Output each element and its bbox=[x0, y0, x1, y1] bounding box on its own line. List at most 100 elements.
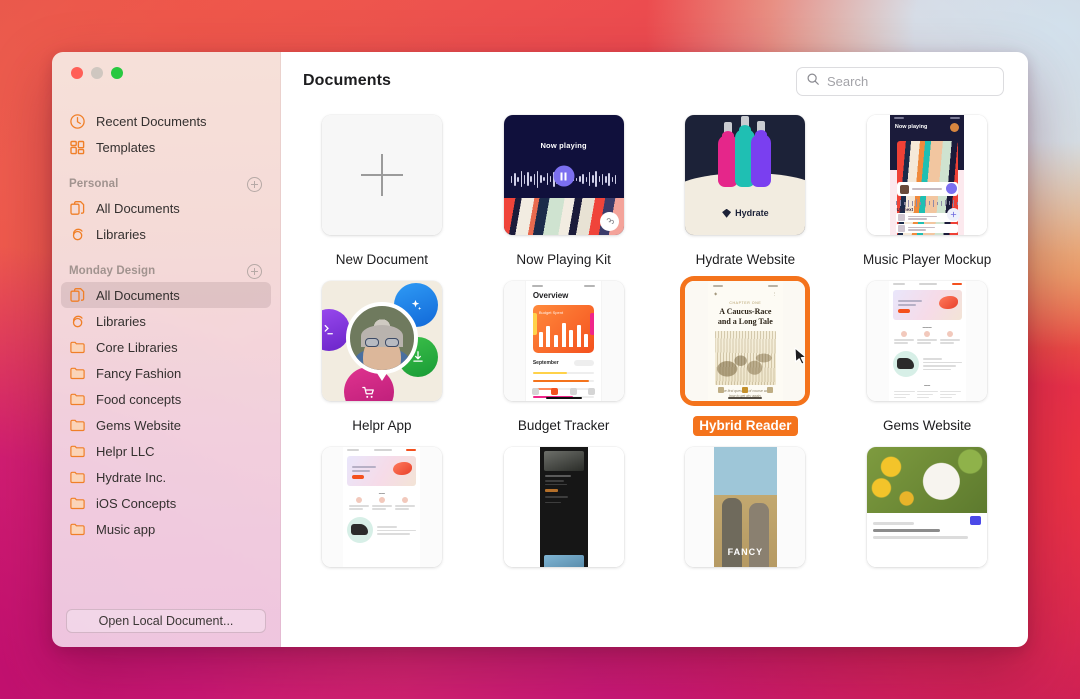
document-card-row3-1[interactable]: ▬▬ bbox=[303, 442, 461, 572]
document-card-budget-tracker[interactable]: Overview Budget Spent bbox=[485, 276, 643, 436]
reader-nav: ◈⋮ bbox=[708, 287, 782, 296]
page-frame: ▬▬▬ bbox=[889, 281, 966, 401]
search-input[interactable]: Search bbox=[796, 67, 1004, 96]
document-thumbnail[interactable] bbox=[322, 115, 442, 235]
page-title: Documents bbox=[303, 72, 391, 90]
cards-row bbox=[889, 389, 966, 401]
document-card-row3-2[interactable] bbox=[485, 442, 643, 572]
sidebar-item-monday-libraries[interactable]: Libraries bbox=[61, 308, 271, 334]
document-thumbnail[interactable]: ◈⋮ CHAPTER ONE A Caucus-Race and a Long … bbox=[685, 281, 805, 401]
document-card-label: Hydrate Website bbox=[690, 250, 802, 270]
avatar bbox=[950, 123, 959, 132]
clock-icon bbox=[69, 113, 86, 130]
document-thumbnail[interactable] bbox=[504, 447, 624, 567]
overview-title: Overview bbox=[526, 287, 602, 300]
main-content: Documents Search New Document bbox=[281, 52, 1028, 647]
document-thumbnail[interactable]: Now playing bbox=[867, 115, 987, 235]
add-personal-item-button[interactable] bbox=[247, 177, 262, 192]
sidebar-item-helpr-llc[interactable]: Helpr LLC bbox=[61, 438, 271, 464]
hero-section bbox=[347, 456, 416, 486]
track-title-line bbox=[912, 188, 942, 190]
diamond-icon bbox=[722, 209, 731, 218]
list-item bbox=[896, 224, 959, 233]
bottom-image bbox=[544, 555, 584, 567]
section-header: September bbox=[526, 353, 602, 368]
document-card-hydrate-website[interactable]: Hydrate Hydrate Website bbox=[667, 110, 825, 270]
hydrate-brand-label: Hydrate bbox=[735, 208, 769, 218]
sidebar-item-music-app[interactable]: Music app bbox=[61, 516, 271, 542]
sidebar-item-label: Fancy Fashion bbox=[96, 367, 181, 380]
sidebar-item-hydrate-inc[interactable]: Hydrate Inc. bbox=[61, 464, 271, 490]
bottle-purple bbox=[751, 134, 771, 187]
documents-grid-scroll[interactable]: New Document Now playing bbox=[281, 110, 1028, 647]
home-indicator bbox=[728, 397, 762, 399]
document-card-hybrid-reader[interactable]: ◈⋮ CHAPTER ONE A Caucus-Race and a Long … bbox=[667, 276, 825, 436]
sidebar-section-header-personal: Personal bbox=[61, 173, 271, 195]
libraries-icon bbox=[69, 313, 86, 330]
sidebar-item-label: Helpr LLC bbox=[96, 445, 155, 458]
document-card-now-playing-kit[interactable]: Now playing bbox=[485, 110, 643, 270]
document-card-label: Hybrid Reader bbox=[693, 416, 797, 436]
article-copy bbox=[867, 513, 987, 539]
templates-grid-icon bbox=[69, 139, 86, 156]
sidebar-item-templates[interactable]: Templates bbox=[61, 134, 271, 160]
minimize-window-button[interactable] bbox=[91, 67, 103, 79]
hero-object-graphic bbox=[939, 296, 958, 309]
document-card-music-player-mockup[interactable]: Now playing bbox=[848, 110, 1006, 270]
sidebar-item-gems-website[interactable]: Gems Website bbox=[61, 412, 271, 438]
sidebar-item-ios-concepts[interactable]: iOS Concepts bbox=[61, 490, 271, 516]
section-heading: ▬▬ bbox=[889, 377, 966, 389]
sidebar-item-label: Hydrate Inc. bbox=[96, 471, 166, 484]
sidebar-item-fancy-fashion[interactable]: Fancy Fashion bbox=[61, 360, 271, 386]
document-thumbnail[interactable]: Hydrate bbox=[685, 115, 805, 235]
document-card-helpr-app[interactable]: Helpr App bbox=[303, 276, 461, 436]
card-item bbox=[940, 389, 961, 401]
thumbnail-frame bbox=[317, 276, 447, 406]
sidebar-item-personal-libraries[interactable]: Libraries bbox=[61, 221, 271, 247]
document-thumbnail[interactable]: Now playing bbox=[504, 115, 624, 235]
open-local-document-button[interactable]: Open Local Document... bbox=[66, 609, 266, 633]
copy-lines bbox=[540, 475, 588, 503]
document-thumbnail[interactable]: Overview Budget Spent bbox=[504, 281, 624, 401]
folder-icon bbox=[69, 495, 86, 512]
folder-icon bbox=[69, 417, 86, 434]
thumbnail-frame: Now playing bbox=[862, 110, 992, 240]
budget-row bbox=[526, 376, 602, 384]
sidebar-item-personal-all-documents[interactable]: All Documents bbox=[61, 195, 271, 221]
document-card-gems-website[interactable]: ▬▬▬ bbox=[848, 276, 1006, 436]
document-thumbnail[interactable]: ▬▬▬ bbox=[867, 281, 987, 401]
document-card-row3-4[interactable] bbox=[848, 442, 1006, 572]
feature-item bbox=[940, 331, 960, 345]
sidebar-item-food-concepts[interactable]: Food concepts bbox=[61, 386, 271, 412]
close-window-button[interactable] bbox=[71, 67, 83, 79]
document-thumbnail[interactable] bbox=[322, 281, 442, 401]
add-monday-design-item-button[interactable] bbox=[247, 264, 262, 279]
sidebar-item-monday-all-documents[interactable]: All Documents bbox=[61, 282, 271, 308]
sidebar-section-header-monday-design: Monday Design bbox=[61, 260, 271, 282]
features-heading: ▬▬ bbox=[343, 486, 420, 497]
document-card-row3-3[interactable]: FANCY bbox=[667, 442, 825, 572]
document-card-new-document[interactable]: New Document bbox=[303, 110, 461, 270]
sidebar-item-recent-documents[interactable]: Recent Documents bbox=[61, 108, 271, 134]
phone-frame bbox=[540, 447, 588, 567]
thumbnail-frame: Hydrate bbox=[680, 110, 810, 240]
card-item bbox=[894, 389, 915, 401]
document-thumbnail[interactable]: ▬▬ bbox=[322, 447, 442, 567]
budget-spent-card: Budget Spent bbox=[533, 305, 595, 353]
food-photo bbox=[867, 447, 987, 513]
document-card-label: Music Player Mockup bbox=[857, 250, 997, 270]
document-card-label: Gems Website bbox=[877, 416, 977, 436]
sidebar: Recent Documents Templates Personal bbox=[52, 52, 281, 647]
document-thumbnail[interactable]: FANCY bbox=[685, 447, 805, 567]
thumbnail-frame bbox=[499, 442, 629, 572]
sidebar-item-label: Libraries bbox=[96, 315, 146, 328]
sidebar-scroll-area: Recent Documents Templates Personal bbox=[52, 94, 280, 599]
person-right-graphic bbox=[749, 503, 769, 568]
track-thumb bbox=[900, 185, 909, 194]
sidebar-item-core-libraries[interactable]: Core Libraries bbox=[61, 334, 271, 360]
document-thumbnail[interactable] bbox=[867, 447, 987, 567]
zoom-window-button[interactable] bbox=[111, 67, 123, 79]
sidebar-item-label: Gems Website bbox=[96, 419, 181, 432]
phone-frame: FANCY bbox=[714, 447, 776, 567]
highlight-copy bbox=[923, 356, 962, 372]
